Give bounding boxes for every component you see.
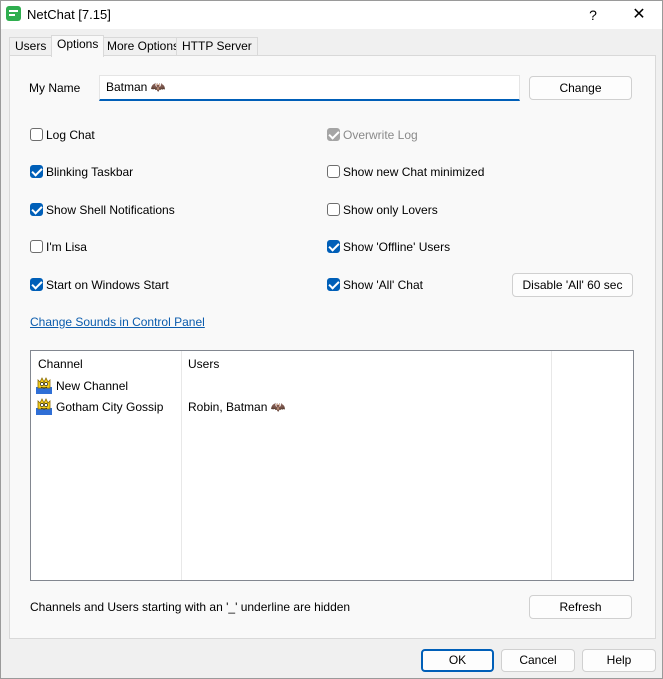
show-all-chat-label: Show 'All' Chat xyxy=(343,278,423,292)
channel-name: New Channel xyxy=(56,379,129,393)
channel-list[interactable]: Channel Users New Channel Gotham City Go… xyxy=(30,350,634,581)
show-new-chat-minimized-label: Show new Chat minimized xyxy=(343,165,485,179)
checkbox-box[interactable] xyxy=(327,278,340,291)
im-lisa-label: I'm Lisa xyxy=(46,240,87,254)
channel-name: Gotham City Gossip xyxy=(56,400,164,414)
refresh-button[interactable]: Refresh xyxy=(529,595,632,619)
checkbox-box[interactable] xyxy=(327,203,340,216)
tab-users[interactable]: Users xyxy=(9,37,53,56)
checkbox-box[interactable] xyxy=(327,165,340,178)
change-name-button[interactable]: Change xyxy=(529,76,632,100)
overwrite-log-label: Overwrite Log xyxy=(343,128,418,142)
cancel-button[interactable]: Cancel xyxy=(501,649,575,672)
my-name-input[interactable]: Batman 🦇 xyxy=(99,75,520,101)
checkbox-box xyxy=(327,128,340,141)
hidden-channels-note: Channels and Users starting with an '_' … xyxy=(30,600,351,614)
checkbox-box[interactable] xyxy=(327,240,340,253)
column-header-users[interactable]: Users xyxy=(188,357,219,371)
show-offline-users-label: Show 'Offline' Users xyxy=(343,240,451,254)
ok-button[interactable]: OK xyxy=(421,649,494,672)
close-icon[interactable]: ✕ xyxy=(616,1,662,29)
disable-all-60-sec-button[interactable]: Disable 'All' 60 sec xyxy=(512,273,633,297)
help-title-button[interactable]: ? xyxy=(570,1,616,29)
channel-row[interactable]: New Channel xyxy=(35,376,128,396)
change-sounds-link[interactable]: Change Sounds in Control Panel xyxy=(30,315,205,329)
window-title: NetChat [7.15] xyxy=(27,7,111,22)
log-chat-label: Log Chat xyxy=(46,128,95,142)
channel-users: Robin, Batman 🦇 xyxy=(188,400,286,414)
help-button[interactable]: Help xyxy=(582,649,656,672)
checkbox-box[interactable] xyxy=(30,203,43,216)
checkbox-box[interactable] xyxy=(30,128,43,141)
checkbox-box[interactable] xyxy=(30,278,43,291)
show-shell-notifications-label: Show Shell Notifications xyxy=(46,203,175,217)
channel-character-icon xyxy=(35,377,53,395)
show-only-lovers-label: Show only Lovers xyxy=(343,203,438,217)
my-name-label: My Name xyxy=(29,81,81,95)
start-on-windows-start-label: Start on Windows Start xyxy=(46,278,169,292)
title-bar[interactable]: NetChat [7.15] ? ✕ xyxy=(1,1,662,29)
column-header-channel[interactable]: Channel xyxy=(38,357,83,371)
column-divider[interactable] xyxy=(551,351,552,580)
tab-more-options[interactable]: More Options xyxy=(101,37,186,56)
checkbox-box[interactable] xyxy=(30,165,43,178)
column-divider[interactable] xyxy=(181,351,182,580)
netchat-app-icon xyxy=(6,6,21,21)
tab-http-server[interactable]: HTTP Server xyxy=(176,37,258,56)
channel-character-icon xyxy=(35,398,53,416)
tab-options[interactable]: Options xyxy=(51,35,105,57)
blinking-taskbar-label: Blinking Taskbar xyxy=(46,165,134,179)
channel-row[interactable]: Gotham City Gossip Robin, Batman 🦇 xyxy=(35,397,286,417)
checkbox-box[interactable] xyxy=(30,240,43,253)
netchat-window: NetChat [7.15] ? ✕ Users Options More Op… xyxy=(0,0,663,679)
